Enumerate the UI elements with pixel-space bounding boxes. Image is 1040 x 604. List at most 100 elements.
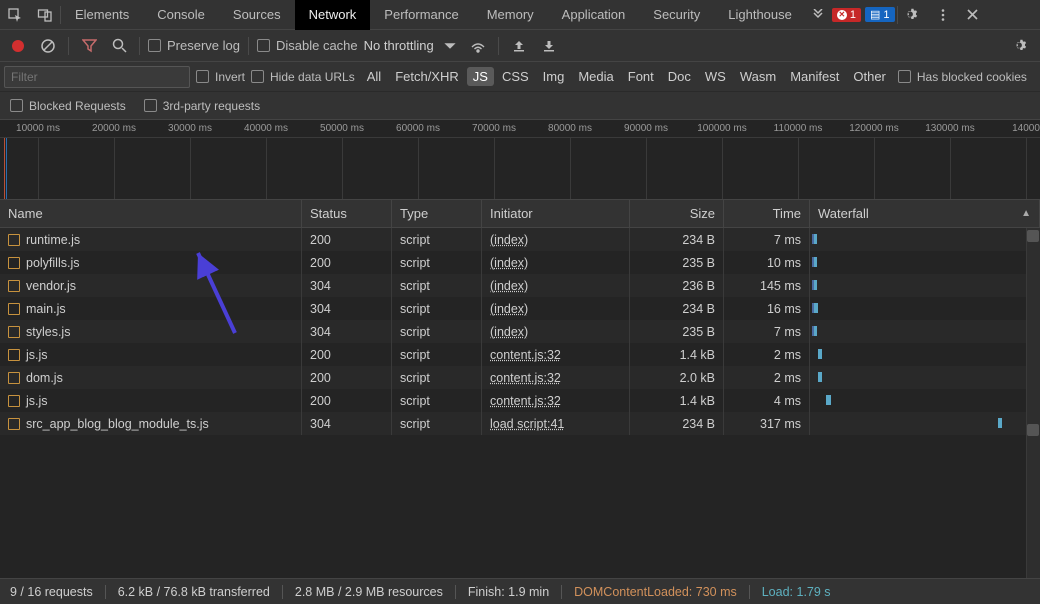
filter-type-font[interactable]: Font [622,67,660,86]
upload-icon[interactable] [507,34,531,58]
timeline-tick: 120000 ms [836,120,912,137]
invert-checkbox[interactable]: Invert [196,70,245,84]
cell-initiator: (index) [482,274,630,297]
timeline-tick: 80000 ms [532,120,608,137]
col-status[interactable]: Status [302,200,392,227]
initiator-link[interactable]: (index) [490,233,528,247]
js-file-icon [8,349,20,361]
table-row[interactable]: src_app_blog_blog_module_ts.js304scriptl… [0,412,1040,435]
col-time[interactable]: Time [724,200,810,227]
settings-icon[interactable] [898,0,928,30]
preserve-log-checkbox[interactable]: Preserve log [148,38,240,53]
table-row[interactable]: js.js200scriptcontent.js:321.4 kB4 ms [0,389,1040,412]
tab-memory[interactable]: Memory [473,0,548,30]
initiator-link[interactable]: content.js:32 [490,394,561,408]
initiator-link[interactable]: (index) [490,279,528,293]
cell-initiator: content.js:32 [482,343,630,366]
error-badge[interactable]: ✕1 [832,8,861,22]
tab-performance[interactable]: Performance [370,0,472,30]
initiator-link[interactable]: (index) [490,325,528,339]
tab-network[interactable]: Network [295,0,371,30]
table-row[interactable]: runtime.js200script(index)234 B7 ms [0,228,1040,251]
download-icon[interactable] [537,34,561,58]
hide-data-urls-checkbox[interactable]: Hide data URLs [251,70,355,84]
info-badge[interactable]: ▤1 [865,7,895,22]
initiator-link[interactable]: content.js:32 [490,371,561,385]
table-row[interactable]: dom.js200scriptcontent.js:322.0 kB2 ms [0,366,1040,389]
search-icon[interactable] [107,34,131,58]
status-finish: Finish: 1.9 min [468,585,549,599]
cell-status: 304 [302,274,392,297]
tab-console[interactable]: Console [143,0,219,30]
js-file-icon [8,395,20,407]
tab-application[interactable]: Application [548,0,640,30]
timeline-tick: 40000 ms [228,120,304,137]
col-type[interactable]: Type [392,200,482,227]
cell-time: 2 ms [724,366,810,389]
network-toolbar: Preserve log Disable cache No throttling [0,30,1040,62]
blocked-requests-checkbox[interactable]: Blocked Requests [10,99,126,113]
more-tabs-icon[interactable] [806,0,830,30]
tab-elements[interactable]: Elements [61,0,143,30]
initiator-link[interactable]: load script:41 [490,417,564,431]
filter-type-wasm[interactable]: Wasm [734,67,782,86]
network-conditions-icon[interactable] [466,34,490,58]
kebab-icon[interactable] [928,0,958,30]
cell-status: 200 [302,366,392,389]
table-row[interactable]: vendor.js304script(index)236 B145 ms [0,274,1040,297]
device-icon[interactable] [30,0,60,30]
cell-time: 317 ms [724,412,810,435]
filter-type-doc[interactable]: Doc [662,67,697,86]
clear-button[interactable] [36,34,60,58]
table-row[interactable]: polyfills.js200script(index)235 B10 ms [0,251,1040,274]
col-size[interactable]: Size [630,200,724,227]
filter-type-js[interactable]: JS [467,67,494,86]
initiator-link[interactable]: (index) [490,302,528,316]
filter-toggle-icon[interactable] [77,34,101,58]
cell-time: 7 ms [724,320,810,343]
cell-size: 236 B [630,274,724,297]
filter-input[interactable] [4,66,190,88]
filter-type-manifest[interactable]: Manifest [784,67,845,86]
timeline-overview[interactable]: 10000 ms20000 ms30000 ms40000 ms50000 ms… [0,120,1040,200]
table-row[interactable]: js.js200scriptcontent.js:321.4 kB2 ms [0,343,1040,366]
js-file-icon [8,303,20,315]
filter-type-other[interactable]: Other [847,67,892,86]
status-requests: 9 / 16 requests [10,585,93,599]
cell-initiator: load script:41 [482,412,630,435]
cell-size: 234 B [630,297,724,320]
record-button[interactable] [6,34,30,58]
has-blocked-cookies-checkbox[interactable]: Has blocked cookies [898,70,1027,84]
cell-type: script [392,343,482,366]
chevron-down-icon [440,39,460,53]
close-icon[interactable] [958,0,988,30]
col-name[interactable]: Name [0,200,302,227]
tab-lighthouse[interactable]: Lighthouse [714,0,806,30]
inspect-icon[interactable] [0,0,30,30]
col-waterfall[interactable]: Waterfall▲ [810,200,1040,227]
filter-type-ws[interactable]: WS [699,67,732,86]
cell-status: 304 [302,320,392,343]
table-row[interactable]: styles.js304script(index)235 B7 ms [0,320,1040,343]
filter-type-css[interactable]: CSS [496,67,535,86]
filter-type-all[interactable]: All [361,67,387,86]
disable-cache-checkbox[interactable]: Disable cache [257,38,358,53]
cell-status: 200 [302,389,392,412]
filter-type-img[interactable]: Img [537,67,571,86]
table-row[interactable]: main.js304script(index)234 B16 ms [0,297,1040,320]
panel-settings-icon[interactable] [1010,34,1034,58]
timeline-tick: 30000 ms [152,120,228,137]
cell-status: 200 [302,343,392,366]
initiator-link[interactable]: content.js:32 [490,348,561,362]
tab-security[interactable]: Security [639,0,714,30]
cell-name: js.js [0,389,302,412]
filter-type-fetchxhr[interactable]: Fetch/XHR [389,67,465,86]
tab-sources[interactable]: Sources [219,0,295,30]
col-initiator[interactable]: Initiator [482,200,630,227]
initiator-link[interactable]: (index) [490,256,528,270]
third-party-checkbox[interactable]: 3rd-party requests [144,99,260,113]
throttling-select[interactable]: No throttling [364,38,460,53]
filter-type-media[interactable]: Media [572,67,619,86]
scrollbar[interactable] [1026,228,1040,578]
cell-waterfall [810,389,1040,412]
